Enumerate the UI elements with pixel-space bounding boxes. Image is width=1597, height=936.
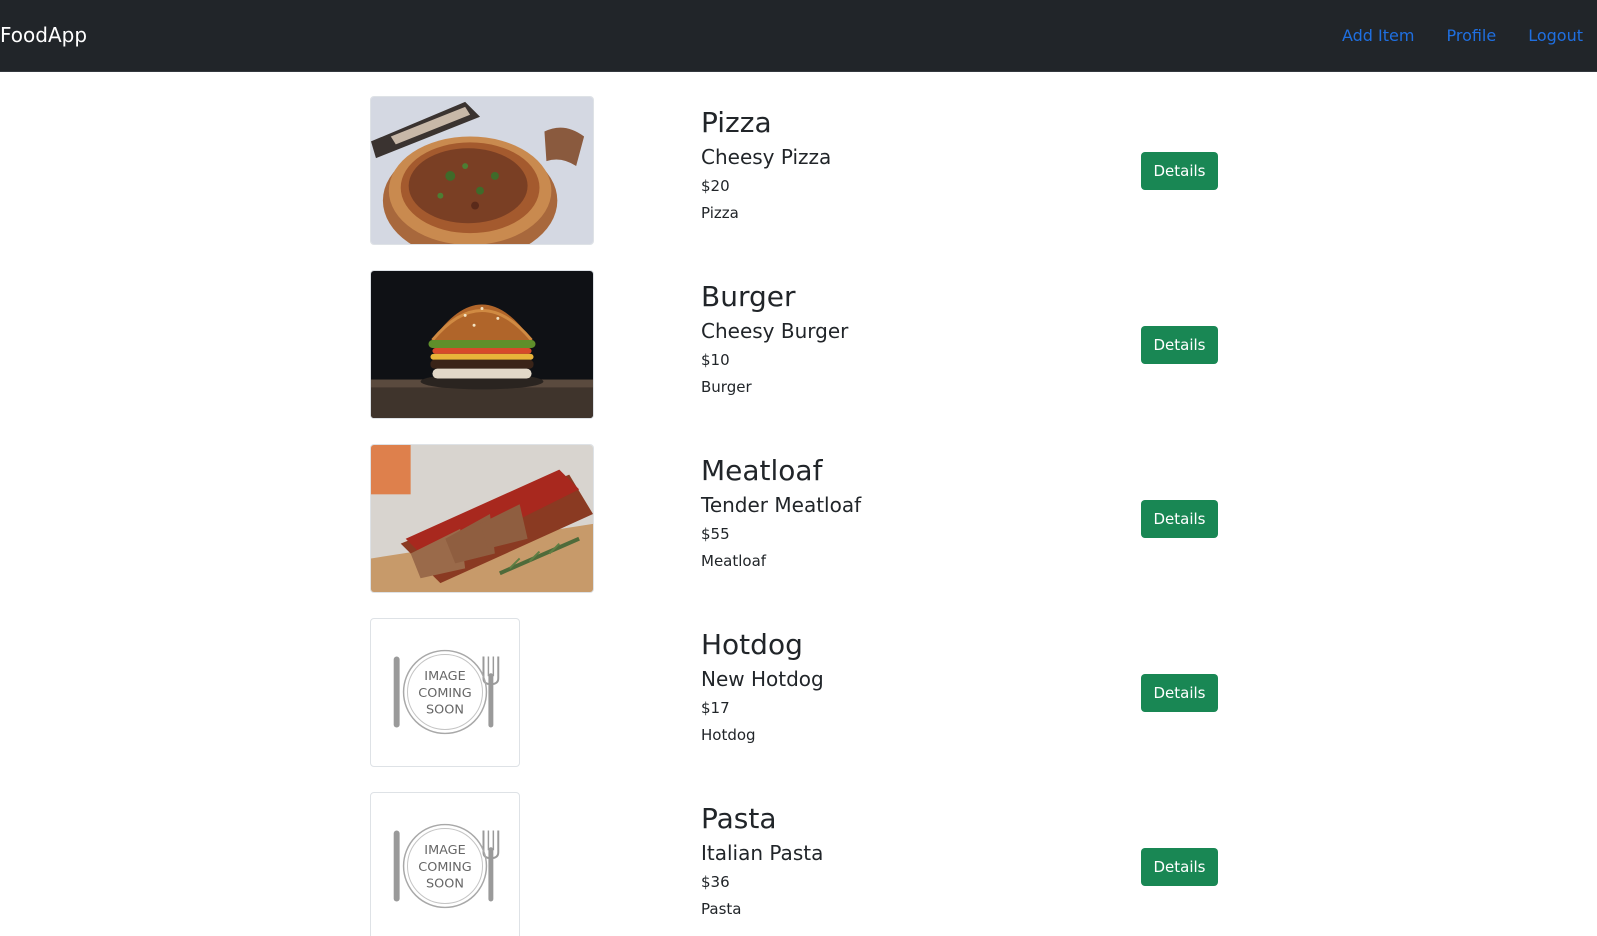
food-category: Hotdog bbox=[701, 726, 756, 744]
food-item-burger: Burger Cheesy Burger $10 Burger Details bbox=[370, 270, 1220, 444]
food-name: Meatloaf bbox=[701, 454, 823, 487]
profile-link[interactable]: Profile bbox=[1446, 25, 1496, 47]
meatloaf-image bbox=[370, 444, 594, 593]
food-category: Meatloaf bbox=[701, 552, 767, 570]
placeholder-line-1: IMAGE bbox=[424, 843, 465, 858]
burger-image bbox=[370, 270, 594, 419]
details-button[interactable]: Details bbox=[1141, 674, 1218, 712]
image-coming-soon-placeholder: IMAGE COMING SOON bbox=[370, 792, 520, 936]
food-price: $10 bbox=[701, 351, 730, 369]
food-name: Pasta bbox=[701, 802, 777, 835]
details-button[interactable]: Details bbox=[1141, 848, 1218, 886]
food-info: Hotdog New Hotdog $17 Hotdog bbox=[701, 628, 824, 745]
nav-links: Add Item Profile Logout bbox=[1342, 25, 1583, 47]
logout-link[interactable]: Logout bbox=[1528, 25, 1583, 47]
food-item-meatloaf: Meatloaf Tender Meatloaf $55 Meatloaf De… bbox=[370, 444, 1220, 618]
details-button[interactable]: Details bbox=[1141, 326, 1218, 364]
food-info: Meatloaf Tender Meatloaf $55 Meatloaf bbox=[701, 454, 861, 571]
food-list: Pizza Cheesy Pizza $20 Pizza Details Bur… bbox=[370, 96, 1220, 936]
placeholder-line-1: IMAGE bbox=[424, 669, 465, 684]
food-category: Burger bbox=[701, 378, 752, 396]
food-category: Pasta bbox=[701, 900, 742, 918]
food-price: $20 bbox=[701, 177, 730, 195]
food-name: Burger bbox=[701, 280, 796, 313]
placeholder-line-3: SOON bbox=[426, 877, 464, 892]
details-button[interactable]: Details bbox=[1141, 152, 1218, 190]
placeholder-line-2: COMING bbox=[418, 860, 471, 875]
navbar: FoodApp Add Item Profile Logout bbox=[0, 0, 1597, 72]
food-item-pasta: IMAGE COMING SOON Pasta Italian Pasta $3… bbox=[370, 792, 1220, 936]
food-description: Tender Meatloaf bbox=[701, 493, 862, 517]
pizza-image bbox=[370, 96, 594, 245]
placeholder-line-2: COMING bbox=[418, 686, 471, 701]
food-price: $36 bbox=[701, 873, 730, 891]
food-item-pizza: Pizza Cheesy Pizza $20 Pizza Details bbox=[370, 96, 1220, 270]
food-name: Hotdog bbox=[701, 628, 803, 661]
brand-logo[interactable]: FoodApp bbox=[0, 22, 87, 48]
food-item-hotdog: IMAGE COMING SOON Hotdog New Hotdog $17 … bbox=[370, 618, 1220, 792]
food-price: $17 bbox=[701, 699, 730, 717]
add-item-link[interactable]: Add Item bbox=[1342, 25, 1414, 47]
food-info: Pasta Italian Pasta $36 Pasta bbox=[701, 802, 823, 919]
food-price: $55 bbox=[701, 525, 730, 543]
food-description: Cheesy Pizza bbox=[701, 145, 832, 169]
food-description: New Hotdog bbox=[701, 667, 824, 691]
placeholder-line-3: SOON bbox=[426, 703, 464, 718]
details-button[interactable]: Details bbox=[1141, 500, 1218, 538]
food-info: Pizza Cheesy Pizza $20 Pizza bbox=[701, 106, 831, 223]
food-description: Cheesy Burger bbox=[701, 319, 849, 343]
food-description: Italian Pasta bbox=[701, 841, 824, 865]
food-name: Pizza bbox=[701, 106, 772, 139]
food-info: Burger Cheesy Burger $10 Burger bbox=[701, 280, 848, 397]
image-coming-soon-placeholder: IMAGE COMING SOON bbox=[370, 618, 520, 767]
food-category: Pizza bbox=[701, 204, 739, 222]
